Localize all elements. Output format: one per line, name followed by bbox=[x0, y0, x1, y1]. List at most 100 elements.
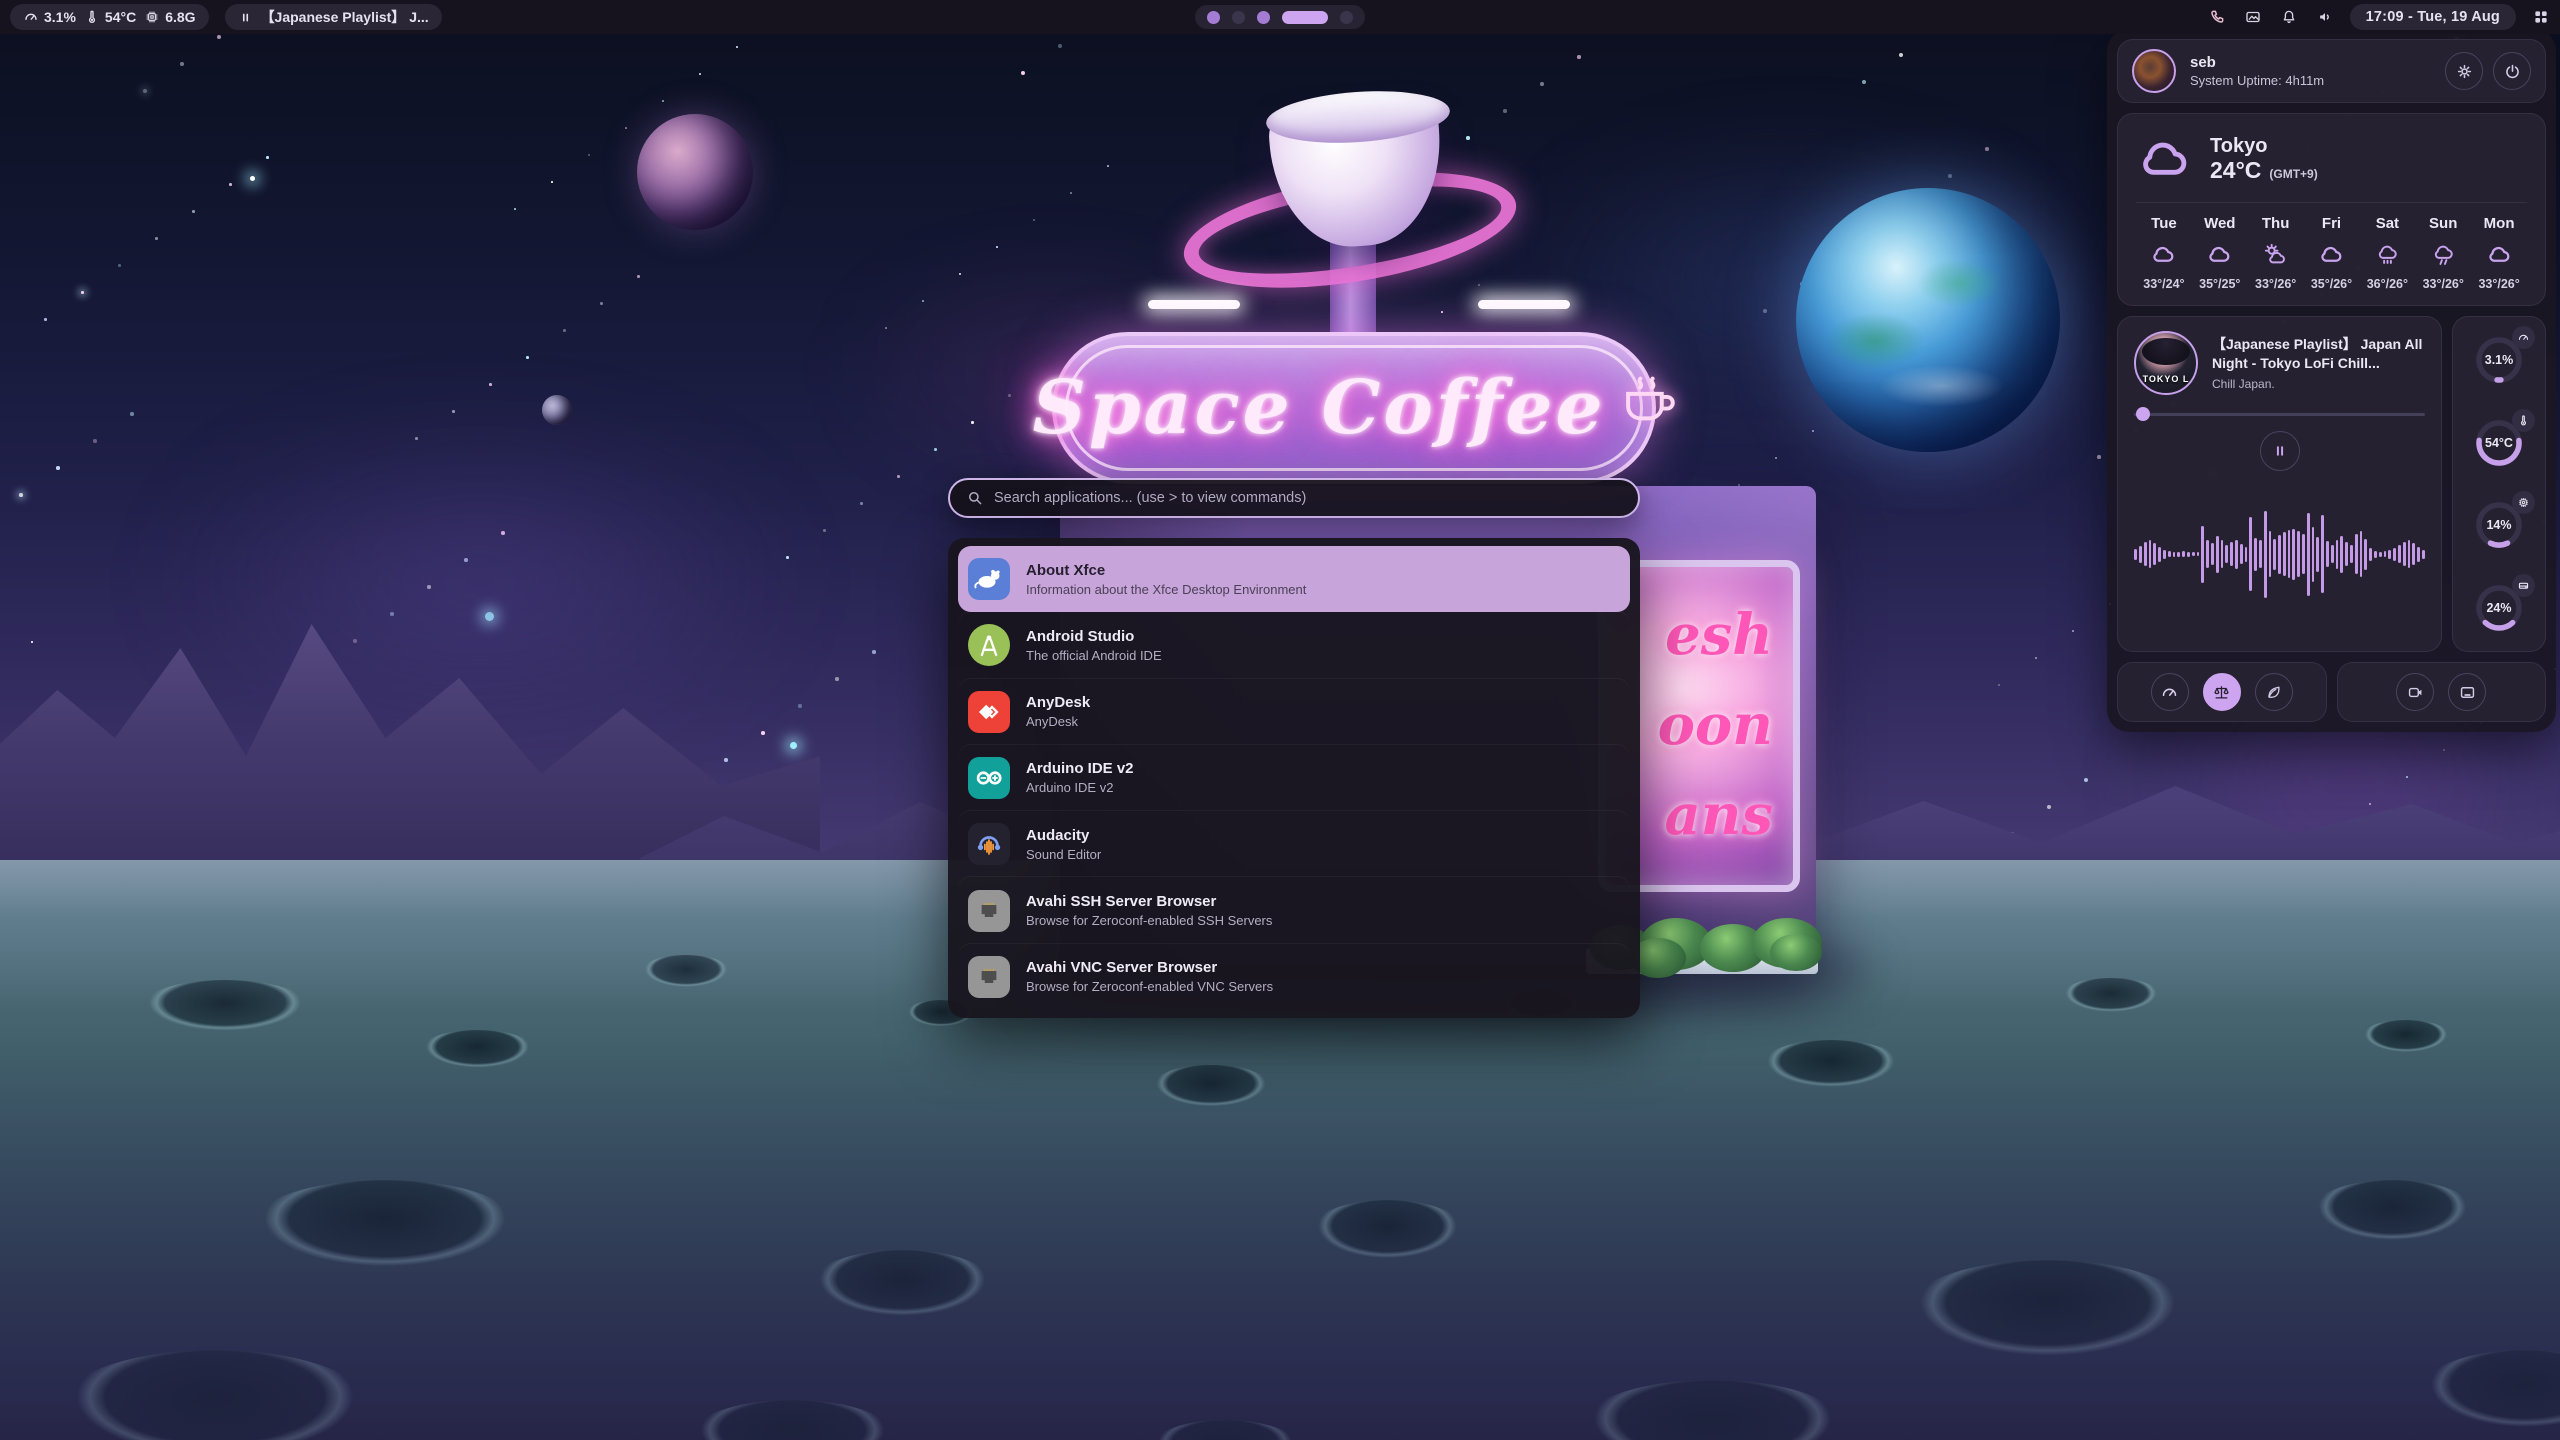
app-title: Arduino IDE v2 bbox=[1026, 760, 1134, 777]
app-row[interactable]: Avahi VNC Server BrowserBrowse for Zeroc… bbox=[958, 944, 1630, 1010]
app-row[interactable]: AudacitySound Editor bbox=[958, 811, 1630, 877]
screenshot-button[interactable] bbox=[2448, 673, 2486, 711]
pause-button[interactable] bbox=[2260, 431, 2300, 471]
workspace-dot-empty[interactable] bbox=[1232, 11, 1245, 24]
avatar[interactable] bbox=[2132, 49, 2176, 93]
star bbox=[1058, 44, 1062, 48]
crater bbox=[810, 1250, 995, 1320]
visualizer-bar bbox=[2340, 536, 2343, 573]
visualizer-bar bbox=[2269, 531, 2272, 577]
visualizer-bar bbox=[2249, 517, 2252, 591]
seek-thumb[interactable] bbox=[2136, 407, 2150, 421]
star bbox=[1577, 55, 1581, 59]
visualizer-bar bbox=[2216, 536, 2219, 573]
visualizer-bar bbox=[2177, 552, 2180, 557]
system-stats-pill[interactable]: 3.1%54°C6.8G bbox=[10, 4, 209, 30]
power-profile-leaf-button[interactable] bbox=[2255, 673, 2293, 711]
star bbox=[600, 302, 603, 305]
app-texts: Arduino IDE v2Arduino IDE v2 bbox=[1026, 760, 1134, 795]
topbar-stat: 3.1% bbox=[23, 9, 76, 25]
app-title: Avahi VNC Server Browser bbox=[1026, 959, 1273, 976]
forecast-temps: 33°/24° bbox=[2143, 277, 2184, 291]
arduino-app-icon bbox=[968, 757, 1010, 799]
visualizer-bar bbox=[2283, 532, 2286, 576]
crater bbox=[140, 980, 310, 1034]
purple-planet bbox=[637, 114, 753, 230]
forecast-day: Wed35°/25° bbox=[2192, 215, 2248, 291]
tray-icon-volume[interactable] bbox=[2316, 8, 2334, 26]
storm-icon bbox=[2430, 241, 2457, 268]
app-texts: Avahi VNC Server BrowserBrowse for Zeroc… bbox=[1026, 959, 1273, 994]
album-art: TOKYO L bbox=[2134, 331, 2198, 395]
search-input[interactable] bbox=[994, 490, 1622, 506]
gear-button[interactable] bbox=[2445, 52, 2483, 90]
star bbox=[1862, 80, 1866, 84]
power-profile-speedometer-button[interactable] bbox=[2151, 673, 2189, 711]
star bbox=[130, 412, 134, 416]
app-row[interactable]: AnyDesk AnyDesk bbox=[958, 679, 1630, 745]
app-row[interactable]: Arduino IDE v2Arduino IDE v2 bbox=[958, 745, 1630, 811]
star bbox=[1775, 457, 1777, 459]
network-port-app-icon bbox=[968, 956, 1010, 998]
app-subtitle: Sound Editor bbox=[1026, 847, 1101, 862]
sign-text: Space Coffee bbox=[1032, 365, 1605, 451]
star bbox=[217, 35, 221, 39]
thermometer-icon bbox=[2512, 409, 2535, 432]
weather-timezone: (GMT+9) bbox=[2269, 167, 2317, 181]
workspace-dot-occupied[interactable] bbox=[1207, 11, 1220, 24]
app-row[interactable]: Android StudioThe official Android IDE bbox=[958, 612, 1630, 678]
xfce-app-icon bbox=[968, 558, 1010, 600]
app-subtitle: Browse for Zeroconf-enabled SSH Servers bbox=[1026, 913, 1272, 928]
crater bbox=[1150, 1065, 1272, 1109]
video-camera-button[interactable] bbox=[2396, 673, 2434, 711]
star bbox=[229, 183, 232, 186]
star bbox=[526, 356, 529, 359]
system-tray bbox=[2208, 8, 2334, 26]
star bbox=[551, 181, 553, 183]
star bbox=[625, 127, 627, 129]
hard-disk-icon bbox=[2512, 574, 2535, 597]
workspace-dot-occupied[interactable] bbox=[1257, 11, 1270, 24]
visualizer-bar bbox=[2278, 535, 2281, 574]
desktop: esh oon ans Space Coffee 3.1%54°C6.8G 【J… bbox=[0, 0, 2560, 1440]
music-pill-label: 【Japanese Playlist】 J... bbox=[261, 7, 429, 27]
star bbox=[266, 156, 269, 159]
workspace-dot-focused[interactable] bbox=[1282, 11, 1328, 24]
app-row[interactable]: Avahi SSH Server BrowserBrowse for Zeroc… bbox=[958, 877, 1630, 943]
app-row[interactable]: About XfceInformation about the Xfce Des… bbox=[958, 546, 1630, 612]
app-launcher-search[interactable] bbox=[948, 478, 1640, 518]
power-button[interactable] bbox=[2493, 52, 2531, 90]
power-profile-scales-button[interactable] bbox=[2203, 673, 2241, 711]
gauge-thermometer: 54°C bbox=[2468, 412, 2530, 474]
memory-chip-icon bbox=[2512, 491, 2535, 514]
star bbox=[798, 704, 802, 708]
pause-icon bbox=[238, 10, 253, 25]
star bbox=[2035, 657, 2037, 659]
app-title: About Xfce bbox=[1026, 562, 1306, 579]
forecast-temps: 33°/26° bbox=[2478, 277, 2519, 291]
clock[interactable]: 17:09 - Tue, 19 Aug bbox=[2350, 4, 2516, 30]
forecast-day-name: Tue bbox=[2151, 215, 2177, 232]
forecast-day-name: Sun bbox=[2429, 215, 2457, 232]
visualizer-bar bbox=[2259, 540, 2262, 568]
visualizer-bar bbox=[2139, 546, 2142, 563]
seek-slider[interactable] bbox=[2134, 407, 2425, 421]
gauge-memory-chip: 14% bbox=[2468, 494, 2530, 556]
cloud-icon bbox=[2150, 241, 2177, 268]
star bbox=[588, 154, 590, 156]
apps-grid-icon[interactable] bbox=[2532, 8, 2550, 26]
star bbox=[180, 62, 184, 66]
tray-icon-wallpaper[interactable] bbox=[2244, 8, 2262, 26]
topbar-stat: 6.8G bbox=[144, 9, 195, 25]
forecast-day-name: Mon bbox=[2484, 215, 2515, 232]
app-subtitle: AnyDesk bbox=[1026, 714, 1090, 729]
tray-icon-bell[interactable] bbox=[2280, 8, 2298, 26]
workspace-indicator[interactable] bbox=[1195, 5, 1365, 29]
app-title: AnyDesk bbox=[1026, 694, 1090, 711]
visualizer-bar bbox=[2192, 552, 2195, 556]
visualizer-bar bbox=[2321, 515, 2324, 593]
star bbox=[1540, 82, 1544, 86]
workspace-dot-empty[interactable] bbox=[1340, 11, 1353, 24]
tray-icon-phone[interactable] bbox=[2208, 8, 2226, 26]
music-status-pill[interactable]: 【Japanese Playlist】 J... bbox=[225, 4, 442, 30]
